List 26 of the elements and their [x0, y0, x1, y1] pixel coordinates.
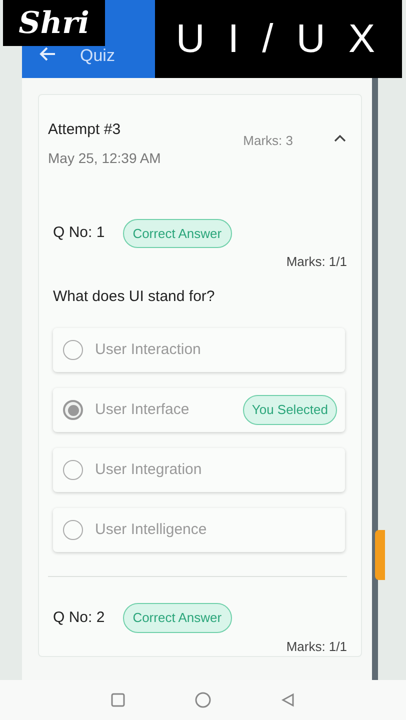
question-number: Q No: 1 [53, 223, 105, 243]
answer-option[interactable]: User Interaction [53, 328, 345, 372]
question-text: What does UI stand for? [53, 286, 216, 306]
app-title: Quiz [80, 47, 115, 64]
attempt-title: Attempt #3 [48, 120, 122, 140]
attempt-marks: Marks: 3 [243, 132, 293, 150]
selection-badge: You Selected [242, 395, 337, 425]
result-badge: Correct Answer [122, 218, 232, 248]
result-badge: Correct Answer [122, 603, 232, 632]
option-label: User Interface [95, 400, 190, 420]
answer-option[interactable]: User Integration [53, 448, 345, 492]
question-marks: Marks: 1/1 [286, 253, 347, 271]
channel-overlay: Shri [3, 0, 105, 46]
question-number: Q No: 2 [53, 608, 105, 628]
option-label: User Integration [95, 460, 203, 480]
collapse-chevron-icon[interactable] [333, 133, 347, 143]
answer-option[interactable]: User Interface You Selected [53, 388, 345, 432]
recent-apps-button[interactable] [111, 693, 125, 707]
question-marks: Marks: 1/1 [286, 638, 347, 656]
caption-overlay: U I / U X [155, 0, 402, 78]
attempt-date: May 25, 12:39 AM [48, 148, 162, 168]
back-nav-button[interactable] [281, 693, 295, 707]
option-label: User Intelligence [95, 520, 208, 540]
answer-option[interactable]: User Intelligence [53, 508, 345, 552]
home-button[interactable] [195, 692, 211, 708]
option-label: User Interaction [95, 340, 202, 360]
